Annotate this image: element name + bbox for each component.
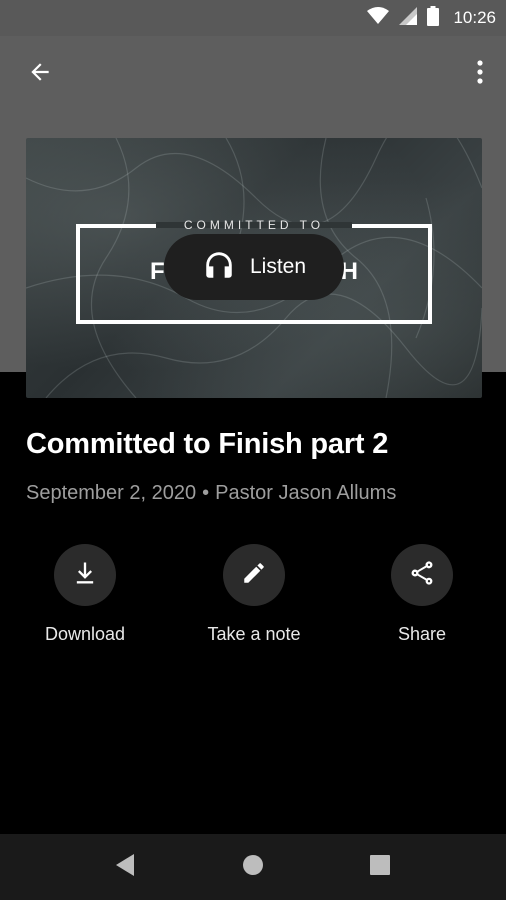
meta-separator: • (202, 482, 210, 504)
wifi-icon (367, 6, 390, 30)
battery-icon (427, 5, 440, 31)
arrow-back-icon (27, 59, 53, 90)
nav-recents-button[interactable] (350, 834, 410, 900)
download-circle[interactable] (54, 544, 116, 606)
artwork-letter-left: F (150, 258, 165, 285)
share-label: Share (397, 624, 447, 644)
app-bar (0, 36, 506, 112)
action-row: Download Take a note Share (0, 544, 506, 654)
listen-label: Listen (249, 255, 307, 278)
more-options-button[interactable] (468, 56, 492, 92)
headphones-icon (202, 248, 236, 287)
take-note-button[interactable]: Take a note (184, 544, 324, 645)
more-vert-icon (477, 59, 483, 89)
nav-back-button[interactable] (96, 834, 156, 900)
status-bar: 10:26 (0, 0, 506, 36)
listen-button[interactable]: Listen (164, 234, 344, 300)
take-note-circle[interactable] (223, 544, 285, 606)
back-button[interactable] (16, 56, 64, 92)
artwork-top-text: COMMITTED TO (183, 218, 325, 232)
system-nav-bar (0, 834, 506, 900)
sermon-date: September 2, 2020 (26, 482, 197, 504)
share-icon (408, 559, 436, 592)
download-label: Download (44, 624, 126, 644)
signal-icon (399, 6, 418, 30)
status-icons: 10:26 (367, 0, 496, 36)
download-icon (71, 559, 99, 592)
pencil-icon (241, 560, 267, 591)
take-note-label: Take a note (207, 624, 301, 644)
sermon-speaker: Pastor Jason Allums (215, 482, 397, 504)
nav-recents-icon (370, 854, 390, 880)
download-button[interactable]: Download (15, 544, 155, 645)
share-circle[interactable] (391, 544, 453, 606)
sermon-artwork: COMMITTED TO F H Listen (26, 138, 482, 398)
nav-home-icon (242, 854, 264, 881)
status-time: 10:26 (453, 8, 496, 27)
share-button[interactable]: Share (352, 544, 492, 645)
nav-home-button[interactable] (223, 834, 283, 900)
sermon-title: Committed to Finish part 2 (26, 428, 389, 460)
nav-back-icon (116, 853, 136, 881)
sermon-meta: September 2, 2020 • Pastor Jason Allums (26, 482, 396, 505)
